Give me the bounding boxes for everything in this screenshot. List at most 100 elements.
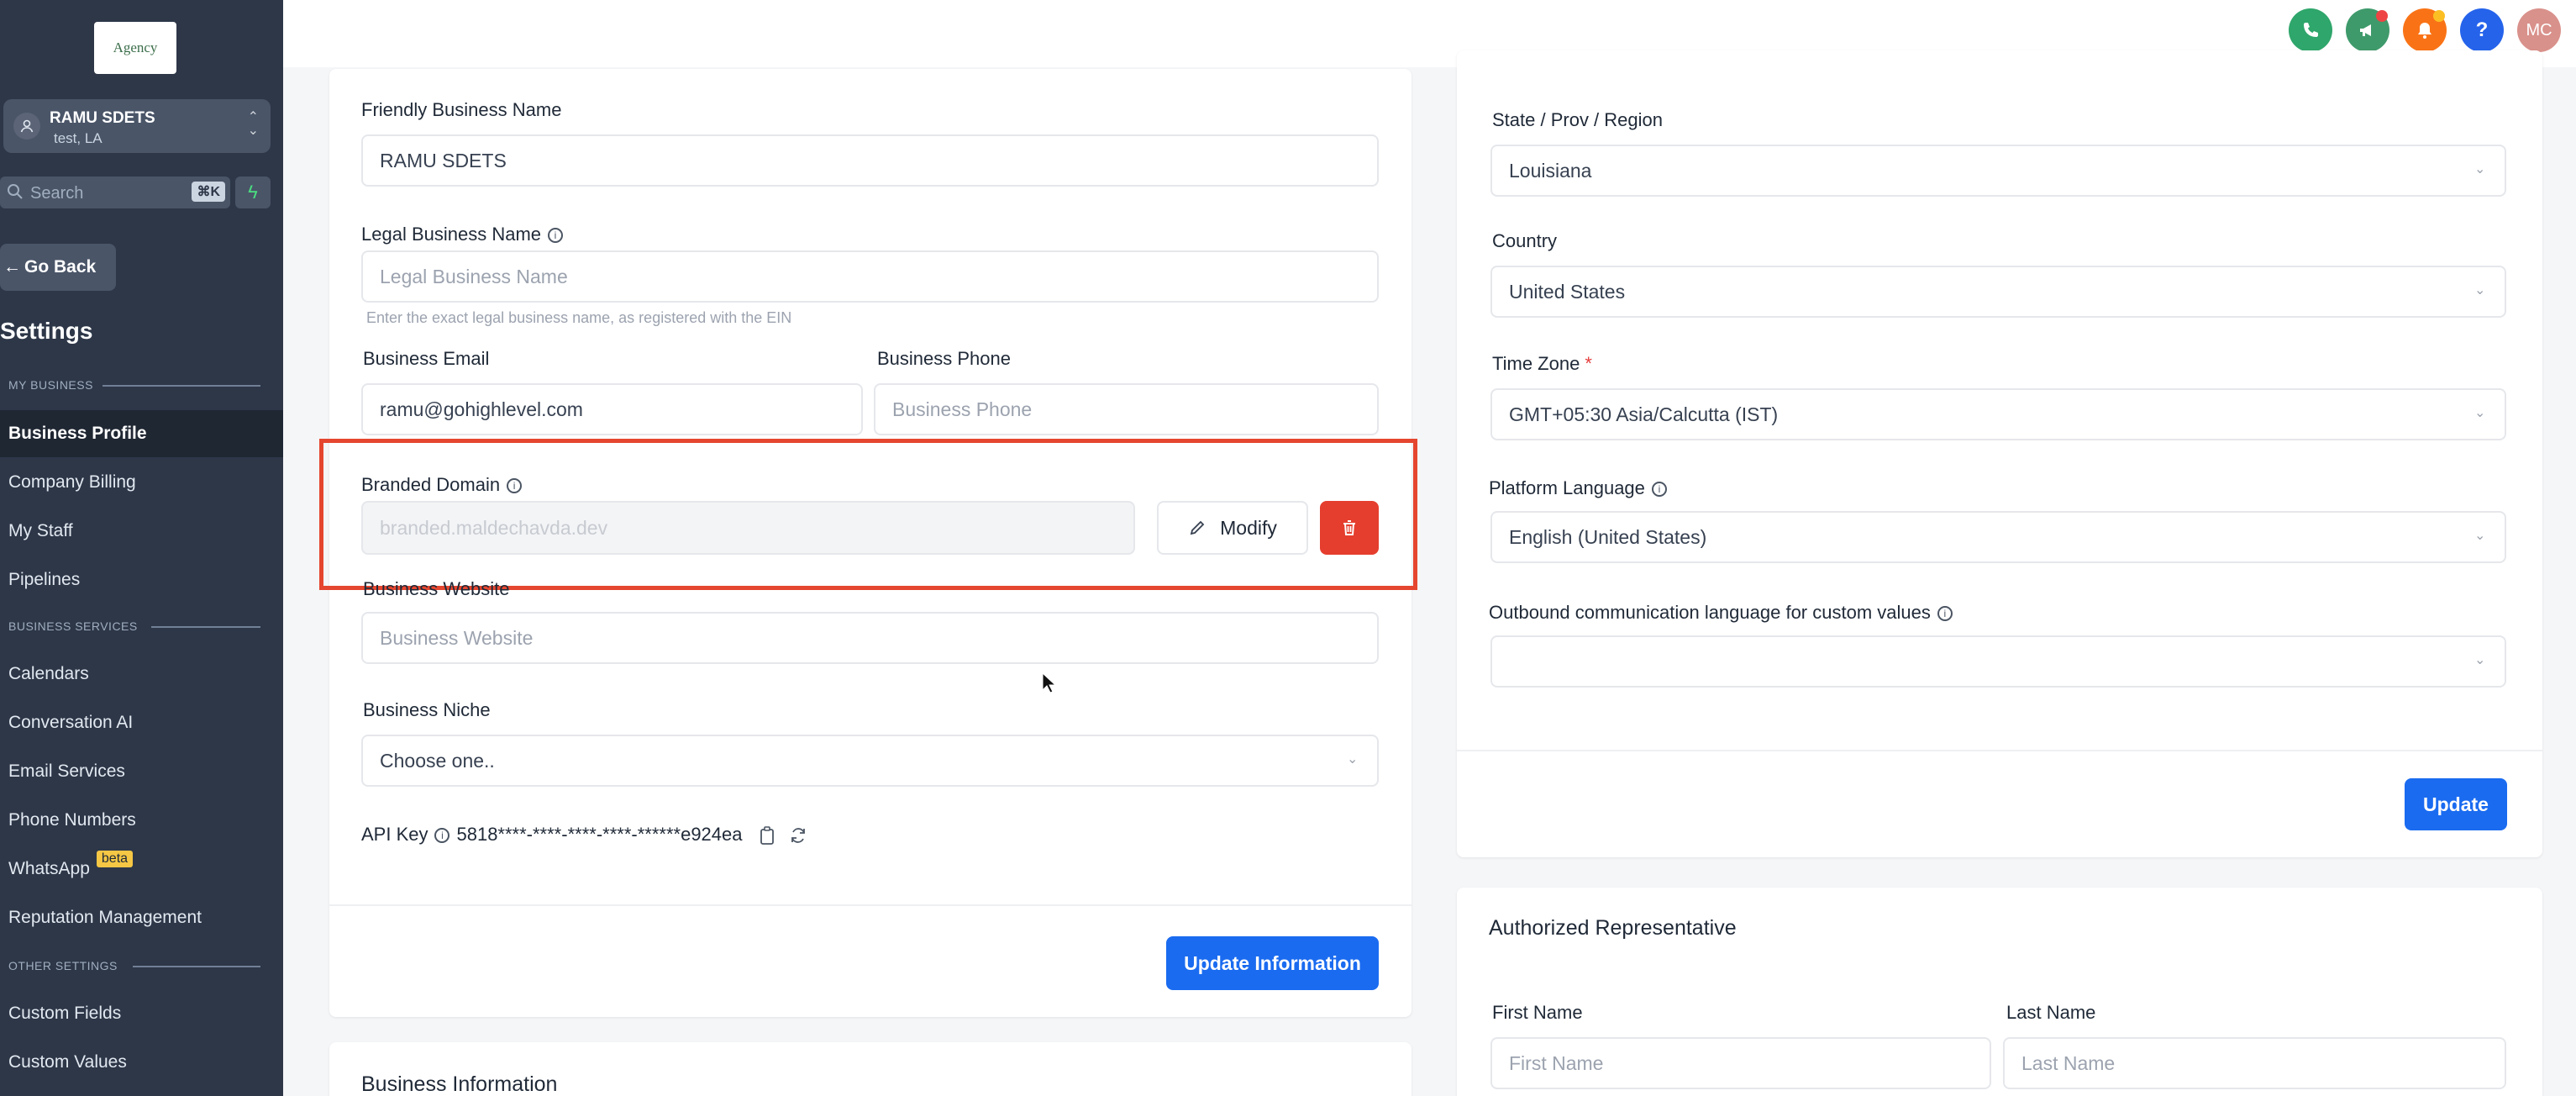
sidebar-item-pipelines[interactable]: Pipelines xyxy=(0,556,283,603)
first-name-input[interactable]: First Name xyxy=(1490,1037,1991,1089)
country-selected-value: United States xyxy=(1509,280,1626,303)
phone-label: Business Phone xyxy=(877,348,1011,369)
business-email-input[interactable]: ramu@gohighlevel.com xyxy=(361,383,863,435)
account-name: RAMU SDETS xyxy=(50,109,155,127)
sidebar-item-phone-numbers[interactable]: Phone Numbers xyxy=(0,797,283,844)
info-icon[interactable]: i xyxy=(434,828,450,844)
legal-name-helper: Enter the exact legal business name, as … xyxy=(366,309,792,326)
card-divider xyxy=(329,904,1412,906)
section-divider xyxy=(103,385,260,387)
whatsapp-label: WhatsApp xyxy=(8,859,90,878)
go-back-button[interactable]: ← Go Back xyxy=(0,244,116,291)
platform-language-label-text: Platform Language xyxy=(1489,477,1645,498)
copy-icon[interactable] xyxy=(758,825,776,846)
outbound-language-label: Outbound communication language for cust… xyxy=(1489,602,1953,624)
megaphone-icon[interactable] xyxy=(2346,8,2389,52)
sidebar-item-conversation-ai[interactable]: Conversation AI xyxy=(0,699,283,746)
niche-label: Business Niche xyxy=(363,699,491,720)
beta-badge: beta xyxy=(96,851,134,867)
timezone-selected-value: GMT+05:30 Asia/Calcutta (IST) xyxy=(1509,403,1779,425)
email-label: Business Email xyxy=(363,348,490,369)
arrow-left-icon: ← xyxy=(3,257,21,277)
info-icon[interactable]: i xyxy=(1651,482,1667,498)
phone-icon[interactable] xyxy=(2289,8,2332,52)
section-divider xyxy=(133,966,260,967)
business-niche-select[interactable]: Choose one.. ⌄ xyxy=(361,735,1379,787)
api-key-label: API Key xyxy=(361,824,428,845)
notification-dot xyxy=(2376,10,2388,22)
section-other-settings: OTHER SETTINGS xyxy=(8,959,118,972)
business-website-input[interactable]: Business Website xyxy=(361,612,1379,664)
state-selected-value: Louisiana xyxy=(1509,159,1592,182)
sidebar-search[interactable]: Search ⌘K xyxy=(0,177,230,208)
refresh-icon[interactable] xyxy=(788,825,808,846)
sidebar-item-business-profile[interactable]: Business Profile xyxy=(0,410,283,457)
info-icon[interactable]: i xyxy=(548,228,564,244)
chevron-down-icon: ⌄ xyxy=(1347,752,1359,767)
search-placeholder: Search xyxy=(30,184,84,203)
sidebar-item-calendars[interactable]: Calendars xyxy=(0,651,283,698)
mouse-cursor-icon xyxy=(1042,672,1057,693)
website-label: Business Website xyxy=(363,578,510,599)
quick-action-bolt-icon[interactable]: ϟ xyxy=(235,177,271,208)
legal-name-label-text: Legal Business Name xyxy=(361,224,542,245)
outbound-language-select[interactable]: ⌄ xyxy=(1490,635,2506,688)
platform-language-selected-value: English (United States) xyxy=(1509,525,1707,548)
business-phone-input[interactable]: Business Phone xyxy=(874,383,1379,435)
required-asterisk: * xyxy=(1585,353,1592,374)
platform-language-label: Platform Language i xyxy=(1489,477,1667,499)
last-name-input[interactable]: Last Name xyxy=(2003,1037,2506,1089)
location-avatar-icon xyxy=(13,113,40,140)
settings-title: Settings xyxy=(0,318,93,344)
help-icon[interactable]: ? xyxy=(2460,8,2504,52)
section-business-services: BUSINESS SERVICES xyxy=(8,619,138,633)
sidebar-item-my-staff[interactable]: My Staff xyxy=(0,508,283,555)
logo-text: Agency xyxy=(113,40,158,55)
card-divider xyxy=(1457,750,2542,751)
friendly-name-input[interactable]: RAMU SDETS xyxy=(361,134,1379,187)
chevron-down-icon: ⌄ xyxy=(2474,283,2486,298)
country-select[interactable]: United States ⌄ xyxy=(1490,266,2506,318)
outbound-language-label-text: Outbound communication language for cust… xyxy=(1489,602,1931,623)
account-location: test, LA xyxy=(54,130,103,146)
go-back-label: Go Back xyxy=(24,257,97,277)
friendly-name-label: Friendly Business Name xyxy=(361,99,562,120)
bell-icon[interactable] xyxy=(2403,8,2447,52)
account-switcher[interactable]: RAMU SDETS test, LA ⌃ ⌄ xyxy=(3,99,271,153)
first-name-label: First Name xyxy=(1492,1002,1583,1023)
chevron-down-icon: ⌄ xyxy=(2474,406,2486,420)
sidebar: Agency RAMU SDETS test, LA ⌃ ⌄ Search ⌘K … xyxy=(0,0,283,1096)
timezone-label: Time Zone * xyxy=(1492,353,1592,375)
sidebar-item-email-services[interactable]: Email Services xyxy=(0,748,283,795)
update-button[interactable]: Update xyxy=(2405,778,2507,830)
notification-dot xyxy=(2433,10,2445,22)
section-my-business: MY BUSINESS xyxy=(8,378,93,392)
sidebar-item-custom-values[interactable]: Custom Values xyxy=(0,1039,283,1086)
last-name-label: Last Name xyxy=(2006,1002,2096,1023)
business-information-title: Business Information xyxy=(361,1072,558,1096)
chevron-updown-icon: ⌃ ⌄ xyxy=(247,110,259,138)
platform-language-select[interactable]: English (United States) ⌄ xyxy=(1490,511,2506,563)
search-icon xyxy=(8,184,23,199)
authorized-representative-title: Authorized Representative xyxy=(1489,916,1737,940)
country-label: Country xyxy=(1492,230,1558,251)
sidebar-item-company-billing[interactable]: Company Billing xyxy=(0,459,283,506)
state-label: State / Prov / Region xyxy=(1492,109,1663,130)
agency-logo[interactable]: Agency xyxy=(94,22,176,74)
chevron-down-icon: ⌄ xyxy=(2474,162,2486,177)
section-divider xyxy=(151,626,260,628)
timezone-label-text: Time Zone xyxy=(1492,353,1580,374)
info-icon[interactable]: i xyxy=(1937,606,1953,622)
update-information-button[interactable]: Update Information xyxy=(1166,936,1379,990)
legal-name-label: Legal Business Name i xyxy=(361,224,564,245)
timezone-select[interactable]: GMT+05:30 Asia/Calcutta (IST) ⌄ xyxy=(1490,388,2506,440)
user-avatar[interactable]: MC xyxy=(2517,8,2561,52)
sidebar-item-reputation-management[interactable]: Reputation Management xyxy=(0,894,283,941)
chevron-down-icon: ⌄ xyxy=(2474,653,2486,667)
api-key-row: API Key i 5818****-****-****-****-******e9… xyxy=(361,824,808,846)
legal-name-input[interactable]: Legal Business Name xyxy=(361,250,1379,303)
sidebar-item-whatsapp[interactable]: WhatsApp beta xyxy=(0,846,283,893)
search-shortcut: ⌘K xyxy=(192,182,225,202)
sidebar-item-custom-fields[interactable]: Custom Fields xyxy=(0,990,283,1037)
state-select[interactable]: Louisiana ⌄ xyxy=(1490,145,2506,197)
